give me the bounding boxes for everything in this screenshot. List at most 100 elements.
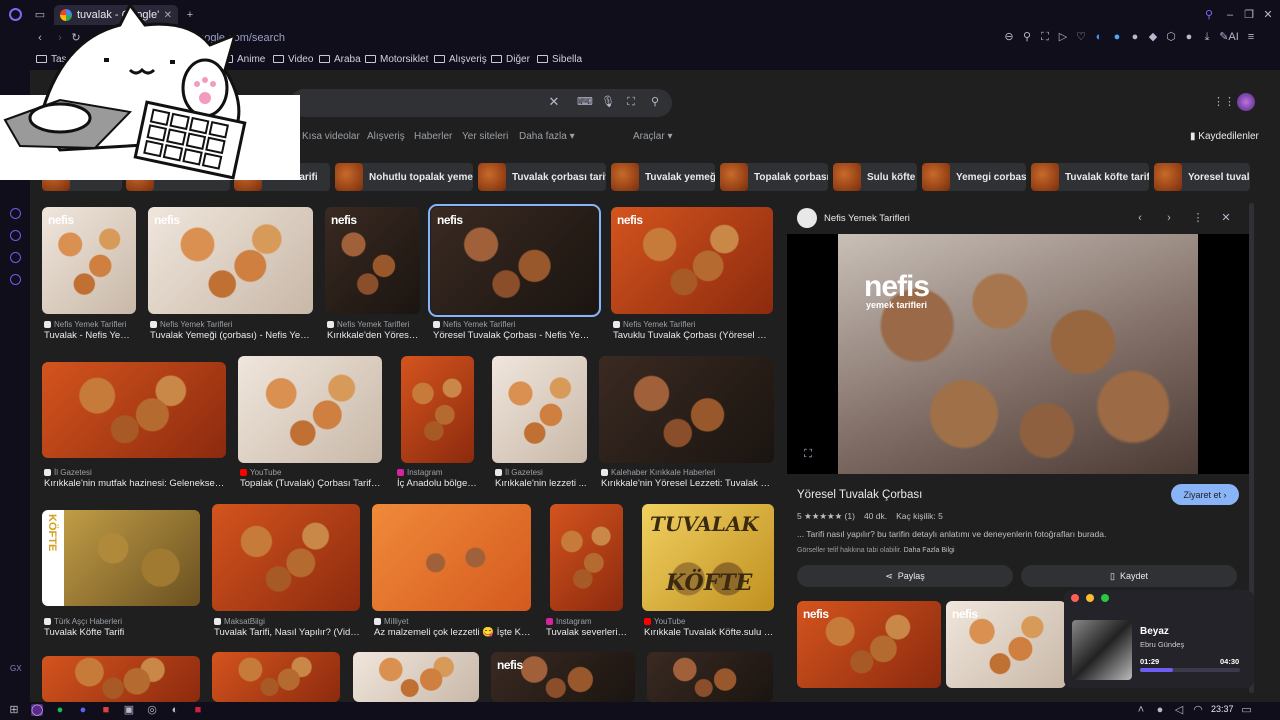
preview-title[interactable]: Yöresel Tuvalak Çorbası bbox=[797, 489, 922, 501]
visit-button[interactable]: Ziyaret et › bbox=[1171, 484, 1239, 505]
result-caption[interactable]: Az malzemeli çok lezzetli 😋 İşte Kırı... bbox=[374, 627, 531, 638]
close-window-icon[interactable]: ✕ bbox=[1262, 9, 1274, 21]
bookmark-folder[interactable]: Diğer bbox=[491, 50, 530, 68]
result-caption[interactable]: Yöresel Tuvalak Çorbası - Nefis Yemek... bbox=[433, 330, 596, 341]
wifi-icon[interactable]: ◠ bbox=[1192, 704, 1204, 716]
extension-c-icon[interactable]: ● bbox=[1129, 31, 1141, 43]
chrome-icon[interactable]: ◎ bbox=[146, 704, 158, 716]
notification-icon[interactable]: ▭ bbox=[1241, 704, 1253, 716]
next-icon[interactable]: › bbox=[1163, 212, 1175, 224]
image-result[interactable] bbox=[401, 356, 474, 463]
more-options-icon[interactable]: ⋮ bbox=[1192, 212, 1204, 224]
chip[interactable]: Topalak çorbası bbox=[720, 163, 828, 191]
saved-button[interactable]: ▮ Kaydedilenler bbox=[1190, 131, 1259, 142]
result-caption[interactable]: Tuvalak Köfte Tarifi bbox=[44, 627, 200, 638]
filter-news[interactable]: Haberler bbox=[414, 131, 452, 142]
image-result[interactable]: nefis bbox=[42, 207, 136, 314]
play-icon[interactable]: ▷ bbox=[1057, 31, 1069, 43]
chip[interactable]: Yemegi corbasi bbox=[922, 163, 1026, 191]
bookmark-folder[interactable]: Araba bbox=[319, 50, 361, 68]
steam-icon[interactable]: ◐ bbox=[169, 704, 181, 716]
related-image[interactable]: nefis bbox=[946, 601, 1066, 688]
history-icon[interactable] bbox=[10, 230, 21, 241]
chip[interactable]: Tuvalak çorbası tarifi bbox=[478, 163, 606, 191]
image-result[interactable]: nefis bbox=[491, 652, 635, 702]
image-result[interactable]: nefis bbox=[325, 207, 420, 314]
speaker-icon[interactable]: ◁ bbox=[1173, 704, 1185, 716]
more-info-link[interactable]: Daha Fazla Bilgi bbox=[904, 547, 955, 554]
discord-icon[interactable]: ● bbox=[77, 704, 89, 716]
share-button[interactable]: ⋖ Paylaş bbox=[797, 565, 1013, 587]
extension-d-icon[interactable]: ◆ bbox=[1147, 31, 1159, 43]
result-caption[interactable]: Kırıkkale'nin Yöresel Lezzeti: Tuvalak K… bbox=[601, 478, 774, 489]
result-caption[interactable]: Tuvalak - Nefis Yem... bbox=[44, 330, 136, 341]
download-icon[interactable]: ⤓ bbox=[1201, 31, 1213, 43]
result-caption[interactable]: Kırıkkale Tuvalak Köfte.sulu K... bbox=[644, 627, 774, 638]
image-result[interactable] bbox=[212, 504, 360, 611]
maximize-dot[interactable] bbox=[1101, 594, 1109, 602]
image-result[interactable] bbox=[372, 504, 531, 611]
tray-arrow-icon[interactable]: ˄ bbox=[1135, 704, 1147, 716]
result-caption[interactable]: Topalak (Tuvalak) Çorbası Tarifi - ... bbox=[240, 478, 382, 489]
close-preview-icon[interactable]: ✕ bbox=[1220, 212, 1232, 224]
app-gray-icon[interactable]: ▣ bbox=[123, 704, 135, 716]
save-button[interactable]: ▯ Kaydet bbox=[1021, 565, 1237, 587]
filter-shopping[interactable]: Alışveriş bbox=[367, 131, 405, 142]
result-caption[interactable]: Tavuklu Tuvalak Çorbası (Yöresel Usta... bbox=[613, 330, 773, 341]
bookmark-folder[interactable]: Alışveriş bbox=[434, 50, 487, 68]
image-result[interactable] bbox=[492, 356, 587, 463]
result-caption[interactable]: Tuvalak Yemeği (çorbası) - Nefis Yeme... bbox=[150, 330, 313, 341]
minimize-dot[interactable] bbox=[1086, 594, 1094, 602]
maximize-icon[interactable]: ❐ bbox=[1243, 9, 1255, 21]
image-result-selected[interactable]: nefis bbox=[428, 204, 601, 317]
filter-sites[interactable]: Yer siteleri bbox=[462, 131, 508, 142]
image-result[interactable] bbox=[647, 652, 773, 702]
extensions-sidebar-icon[interactable] bbox=[10, 252, 21, 263]
preview-source[interactable]: Nefis Yemek Tarifleri bbox=[824, 213, 910, 224]
image-result[interactable]: nefis bbox=[611, 207, 773, 314]
image-result[interactable] bbox=[353, 652, 479, 702]
menu-icon[interactable]: ≡ bbox=[1245, 31, 1257, 43]
windows-start-icon[interactable]: ⊞ bbox=[8, 704, 20, 716]
profile-icon[interactable]: ● bbox=[1183, 31, 1195, 43]
preview-image[interactable]: nefis yemek tarifleri bbox=[838, 234, 1198, 474]
image-result[interactable]: KÖFTE bbox=[42, 510, 200, 606]
chip[interactable]: Yoresel tuvalak bbox=[1154, 163, 1250, 191]
apps-grid-icon[interactable]: ⋮⋮⋮ bbox=[1213, 96, 1246, 108]
image-result[interactable] bbox=[599, 356, 774, 463]
account-avatar[interactable] bbox=[1237, 93, 1255, 111]
heart-icon[interactable]: ♡ bbox=[1075, 31, 1087, 43]
extension-a-icon[interactable]: ◐ bbox=[1093, 31, 1105, 43]
previous-icon[interactable]: ‹ bbox=[1134, 212, 1146, 224]
microphone-tray-icon[interactable]: ● bbox=[1154, 704, 1166, 716]
chip[interactable]: Tuvalak yemeği bbox=[611, 163, 715, 191]
filter-short-videos[interactable]: Kısa videolar bbox=[302, 131, 360, 142]
bookmark-folder[interactable]: Sibella bbox=[537, 50, 582, 68]
app-red2-icon[interactable]: ■ bbox=[192, 704, 204, 716]
image-result[interactable] bbox=[550, 504, 623, 611]
player-icon[interactable] bbox=[10, 208, 21, 219]
microphone-icon[interactable]: 🎙 bbox=[601, 96, 615, 108]
result-caption[interactable]: Kırıkkale'nin lezzeti ... bbox=[495, 478, 588, 489]
filter-more[interactable]: Daha fazla ▾ bbox=[519, 131, 575, 142]
ai-icon[interactable]: ✎AI bbox=[1219, 31, 1239, 43]
chip[interactable]: Tuvalak köfte tarifi bbox=[1031, 163, 1149, 191]
result-caption[interactable]: Tuvalak severleri g... bbox=[546, 627, 628, 638]
pin-icon[interactable]: ⚲ bbox=[1021, 31, 1033, 43]
result-caption[interactable]: Kırıkkale'nin mutfak hazinesi: Gelenekse… bbox=[44, 478, 226, 489]
tools-button[interactable]: Araçlar ▾ bbox=[633, 131, 673, 142]
app-red-icon[interactable]: ■ bbox=[100, 704, 112, 716]
image-result[interactable] bbox=[42, 656, 200, 702]
extension-b-icon[interactable]: ● bbox=[1111, 31, 1123, 43]
image-result[interactable]: TUVALAK KÖFTE bbox=[642, 504, 774, 611]
image-result[interactable] bbox=[42, 362, 226, 458]
progress-track[interactable] bbox=[1140, 668, 1240, 672]
minimize-icon[interactable]: – bbox=[1224, 9, 1236, 21]
lens-search-icon[interactable]: ⛶ bbox=[802, 448, 814, 460]
settings-icon[interactable] bbox=[10, 274, 21, 285]
bookmark-folder[interactable]: Motorsiklet bbox=[365, 50, 428, 68]
result-caption[interactable]: Tuvalak Tarifi, Nasıl Yapılır? (Video... bbox=[214, 627, 360, 638]
result-caption[interactable]: İç Anadolu bölgesi... bbox=[397, 478, 477, 489]
snapshot-icon[interactable]: ⛶ bbox=[1039, 31, 1051, 43]
lens-icon[interactable]: ⛶ bbox=[625, 96, 637, 108]
